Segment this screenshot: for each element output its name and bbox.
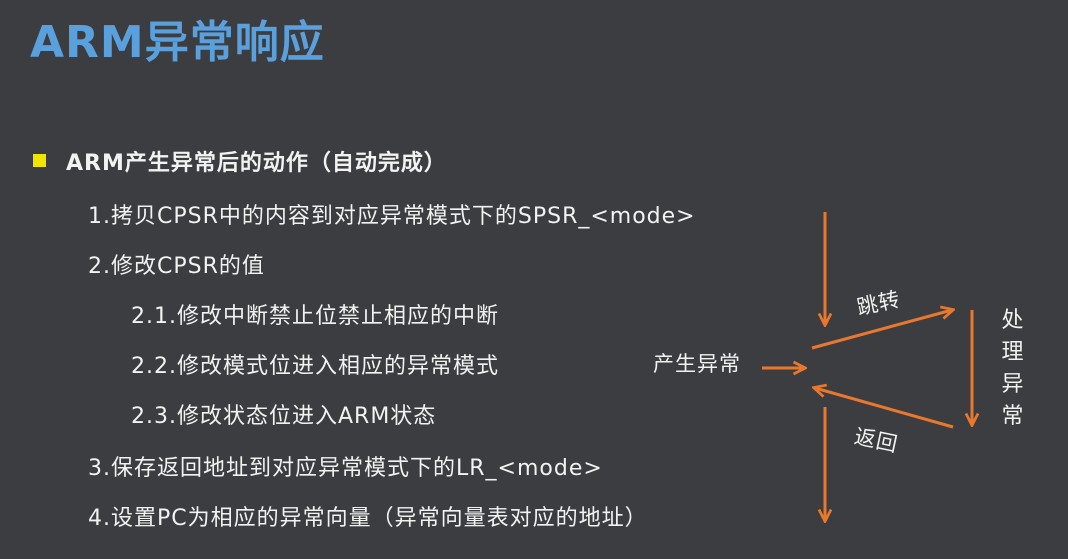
generate-exception-label: 产生异常 <box>653 352 741 376</box>
exception-flow-diagram <box>762 212 1068 559</box>
return-arrow <box>815 388 954 429</box>
handle-exception-label: 处理异常 <box>1001 308 1025 429</box>
